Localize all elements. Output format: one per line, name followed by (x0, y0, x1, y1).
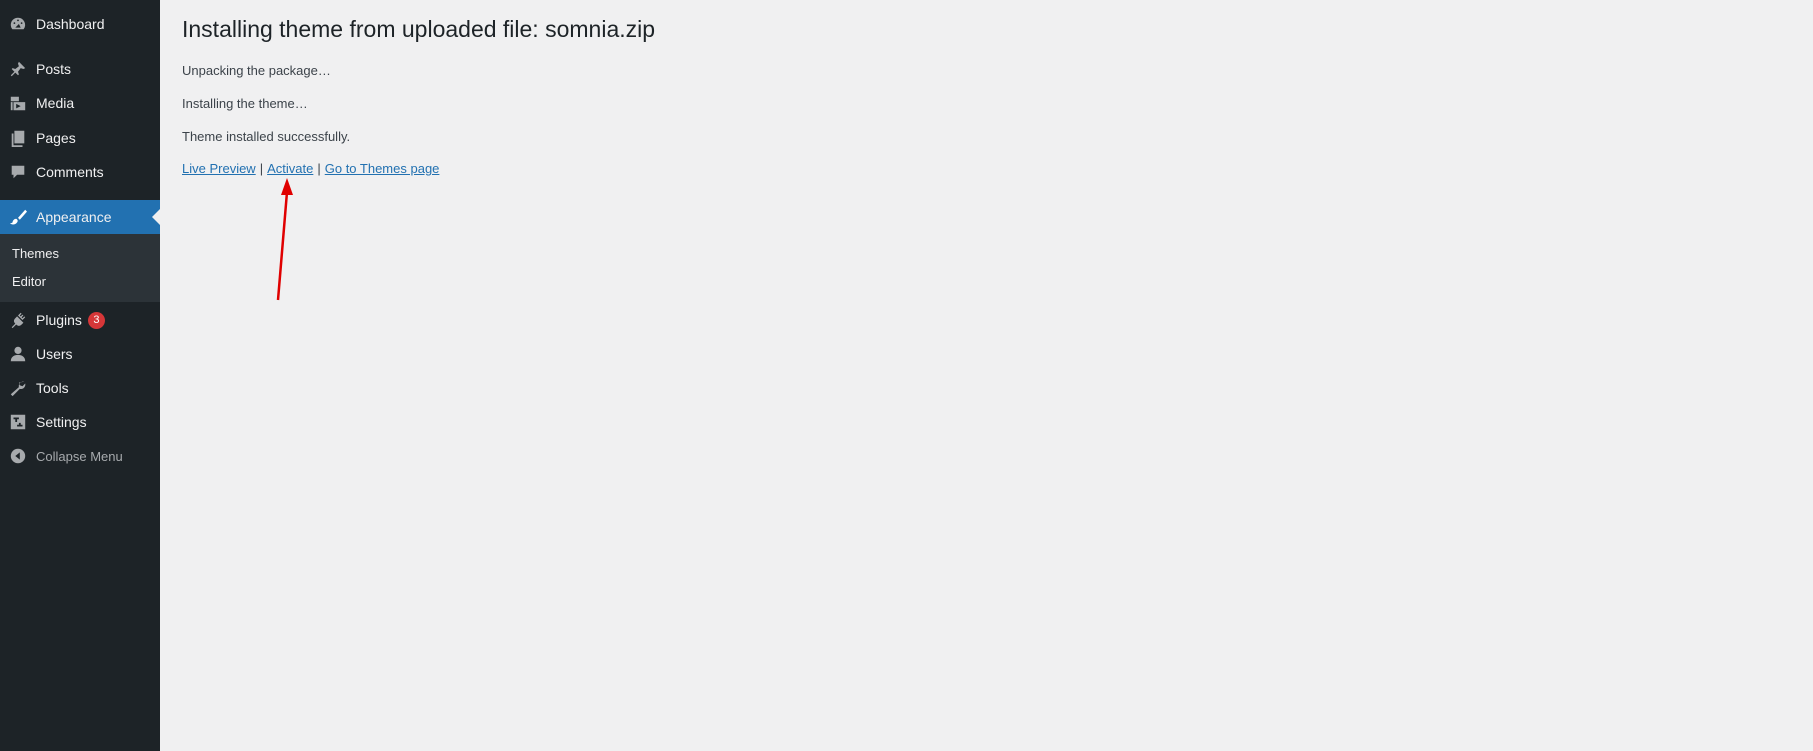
sidebar-item-label: Posts (36, 61, 72, 77)
sidebar-item-plugins[interactable]: Plugins 3 (0, 303, 160, 337)
sidebar-item-label: Pages (36, 130, 76, 146)
status-installing: Installing the theme… (182, 96, 308, 111)
sidebar-item-label: Collapse Menu (36, 448, 123, 464)
plugins-update-badge: 3 (87, 311, 105, 329)
sidebar-item-dashboard[interactable]: Dashboard (0, 7, 160, 41)
status-unpacking: Unpacking the package… (182, 63, 331, 78)
link-separator: | (317, 161, 321, 176)
submenu-item-editor[interactable]: Editor (12, 274, 46, 289)
appearance-submenu: Themes Editor (0, 234, 160, 302)
page-title: Installing theme from uploaded file: som… (182, 16, 656, 42)
sidebar-item-pages[interactable]: Pages (0, 121, 160, 155)
user-icon (8, 344, 28, 364)
action-links: Live Preview | Activate | Go to Themes page (182, 161, 439, 176)
admin-sidebar: Dashboard Posts Media Pages Comments App… (0, 0, 160, 751)
collapse-menu-button[interactable]: Collapse Menu (0, 439, 160, 473)
sidebar-item-label: Tools (36, 380, 69, 396)
sidebar-item-label: Media (36, 95, 75, 111)
plugin-icon (8, 310, 28, 330)
sidebar-item-media[interactable]: Media (0, 86, 160, 120)
sidebar-item-label: Plugins (36, 312, 82, 328)
sidebar-item-tools[interactable]: Tools (0, 371, 160, 405)
dashboard-icon (8, 14, 28, 34)
sidebar-item-users[interactable]: Users (0, 337, 160, 371)
submenu-item-themes[interactable]: Themes (12, 246, 59, 261)
sidebar-item-comments[interactable]: Comments (0, 155, 160, 189)
link-separator: | (259, 161, 264, 176)
status-success: Theme installed successfully. (182, 129, 351, 144)
sidebar-item-label: Comments (36, 164, 104, 180)
sidebar-item-label: Dashboard (36, 16, 105, 32)
settings-icon (8, 412, 28, 432)
sidebar-item-label: Settings (36, 414, 87, 430)
sidebar-item-label: Users (36, 346, 73, 362)
collapse-icon (8, 446, 28, 466)
live-preview-link[interactable]: Live Preview (182, 161, 256, 176)
sidebar-item-settings[interactable]: Settings (0, 405, 160, 439)
sidebar-item-posts[interactable]: Posts (0, 52, 160, 86)
wrench-icon (8, 378, 28, 398)
pin-icon (8, 59, 28, 79)
brush-icon (8, 207, 28, 227)
annotation-arrow (276, 178, 293, 301)
comment-icon (8, 162, 28, 182)
pages-icon (8, 128, 28, 148)
themes-page-link[interactable]: Go to Themes page (325, 161, 440, 176)
media-icon (8, 93, 28, 113)
sidebar-item-label: Appearance (36, 209, 112, 225)
sidebar-item-appearance[interactable]: Appearance (0, 200, 160, 234)
